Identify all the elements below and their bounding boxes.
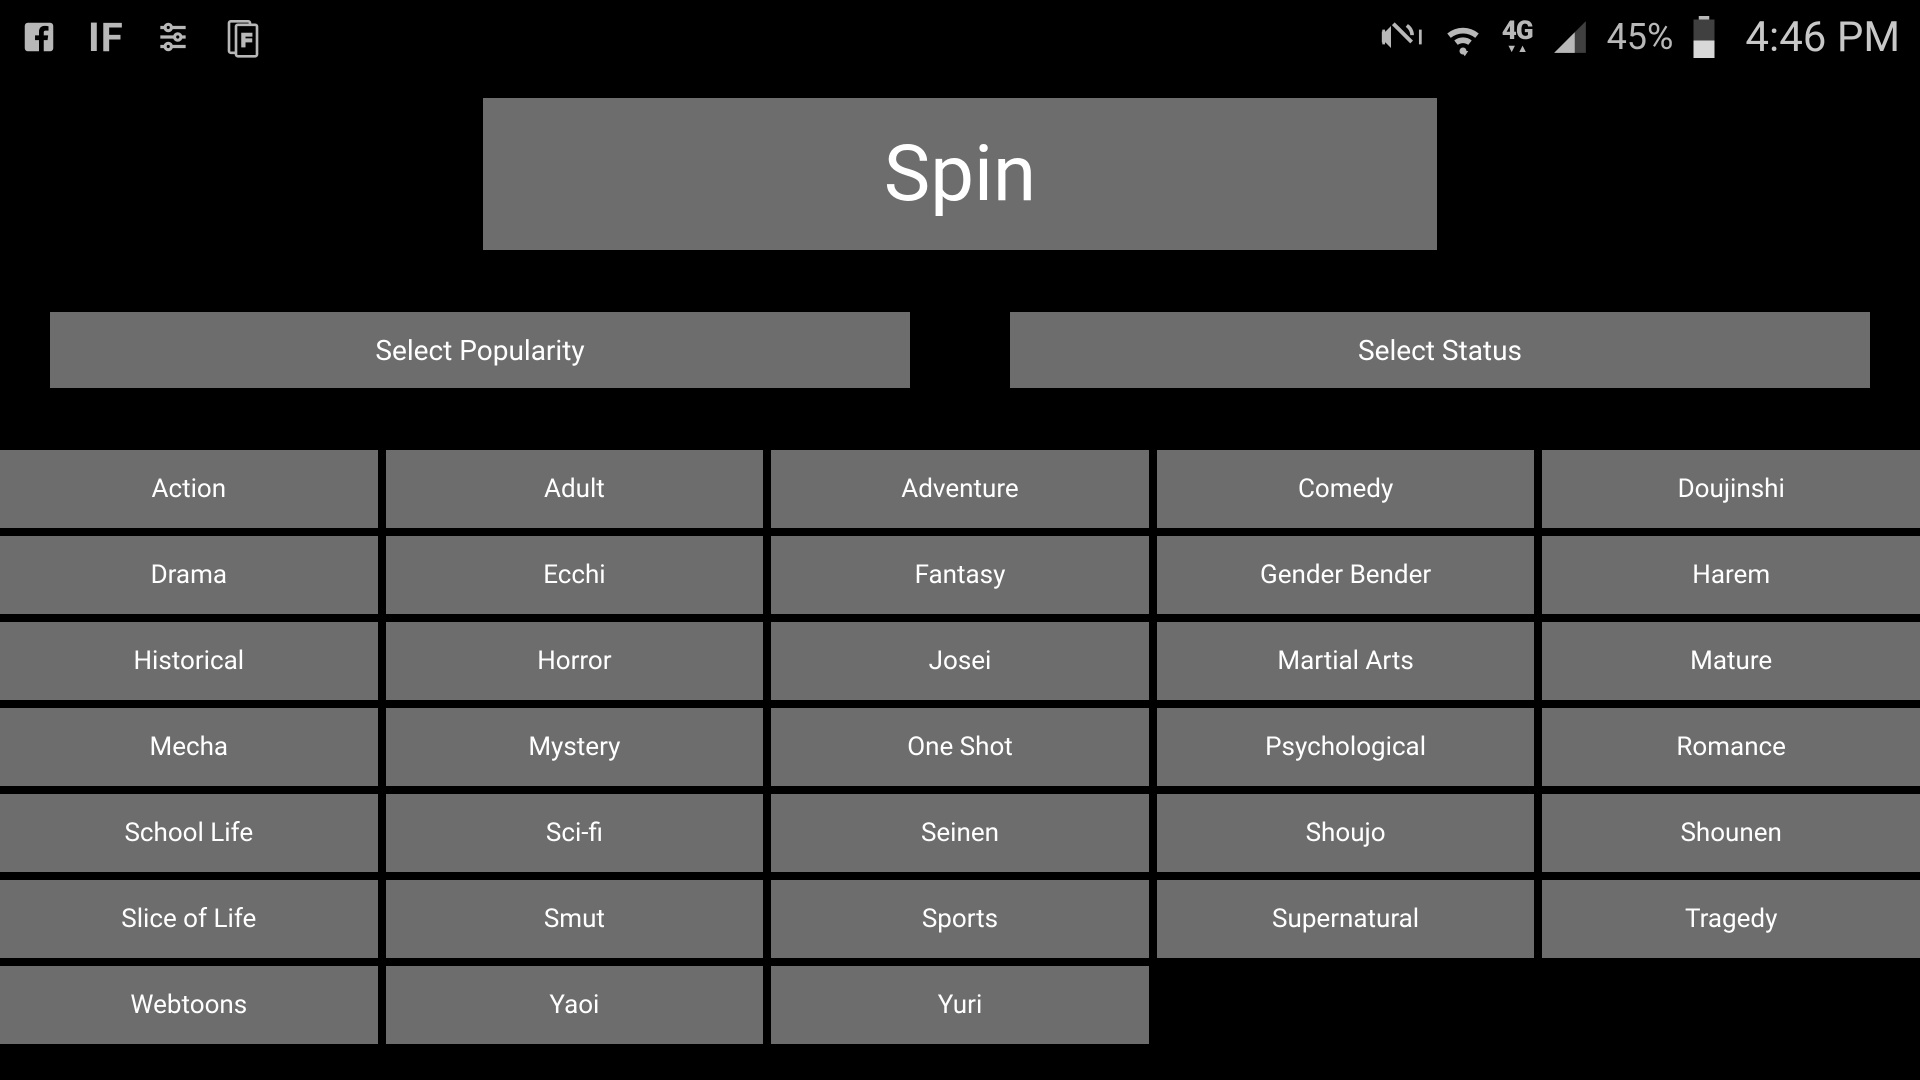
wifi-icon [1442,16,1484,58]
signal-icon [1551,18,1589,56]
battery-icon [1691,16,1717,58]
genre-button-mecha[interactable]: Mecha [0,708,378,786]
genre-button-gender-bender[interactable]: Gender Bender [1157,536,1535,614]
genre-button-shoujo[interactable]: Shoujo [1157,794,1535,872]
genre-button-sci-fi[interactable]: Sci-fi [386,794,764,872]
genre-button-webtoons[interactable]: Webtoons [0,966,378,1044]
genre-button-josei[interactable]: Josei [771,622,1149,700]
genre-button-historical[interactable]: Historical [0,622,378,700]
genre-button-seinen[interactable]: Seinen [771,794,1149,872]
vibrate-mute-icon [1380,15,1424,59]
status-bar: IF F 4G ▼▲ 45% 4:46 PM [0,0,1920,74]
card-f-icon: F [222,16,264,58]
genre-button-mystery[interactable]: Mystery [386,708,764,786]
genre-button-yuri[interactable]: Yuri [771,966,1149,1044]
battery-percent: 45% [1607,16,1674,58]
genre-button-smut[interactable]: Smut [386,880,764,958]
genre-button-ecchi[interactable]: Ecchi [386,536,764,614]
genre-button-action[interactable]: Action [0,450,378,528]
svg-text:F: F [241,30,252,50]
select-status-button[interactable]: Select Status [1010,312,1870,388]
facebook-icon [20,18,58,56]
genre-button-doujinshi[interactable]: Doujinshi [1542,450,1920,528]
settings-sliders-icon [154,18,192,56]
genre-button-shounen[interactable]: Shounen [1542,794,1920,872]
status-bar-left: IF F [20,14,264,61]
genre-button-martial-arts[interactable]: Martial Arts [1157,622,1535,700]
genre-button-fantasy[interactable]: Fantasy [771,536,1149,614]
genre-button-supernatural[interactable]: Supernatural [1157,880,1535,958]
selector-row: Select Popularity Select Status [0,312,1920,388]
genre-button-adventure[interactable]: Adventure [771,450,1149,528]
genre-button-mature[interactable]: Mature [1542,622,1920,700]
genre-button-school-life[interactable]: School Life [0,794,378,872]
spin-button[interactable]: Spin [483,98,1437,250]
status-bar-right: 4G ▼▲ 45% 4:46 PM [1380,13,1900,62]
genre-button-horror[interactable]: Horror [386,622,764,700]
genre-button-tragedy[interactable]: Tragedy [1542,880,1920,958]
select-popularity-button[interactable]: Select Popularity [50,312,910,388]
genre-button-adult[interactable]: Adult [386,450,764,528]
4g-lte-icon: 4G ▼▲ [1502,20,1533,53]
genre-grid: ActionAdultAdventureComedyDoujinshi Drama… [0,450,1920,1044]
genre-button-sports[interactable]: Sports [771,880,1149,958]
genre-button-psychological[interactable]: Psychological [1157,708,1535,786]
genre-button-slice-of-life[interactable]: Slice of Life [0,880,378,958]
genre-button-yaoi[interactable]: Yaoi [386,966,764,1044]
genre-button-romance[interactable]: Romance [1542,708,1920,786]
genre-button-harem[interactable]: Harem [1542,536,1920,614]
clock: 4:46 PM [1745,13,1900,62]
main-content: Spin Select Popularity Select Status Act… [0,74,1920,1044]
genre-button-comedy[interactable]: Comedy [1157,450,1535,528]
genre-button-drama[interactable]: Drama [0,536,378,614]
genre-button-one-shot[interactable]: One Shot [771,708,1149,786]
if-app-icon: IF [88,14,124,61]
